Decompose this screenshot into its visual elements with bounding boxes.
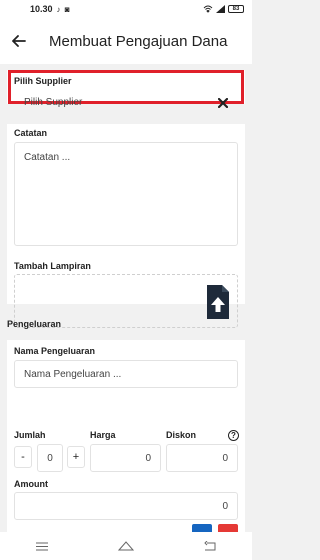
nav-back-button[interactable] <box>195 536 225 556</box>
close-icon[interactable] <box>218 98 228 108</box>
attachment-label: Tambah Lampiran <box>14 261 91 271</box>
price-value: 0 <box>145 452 151 464</box>
qty-minus-button[interactable]: - <box>14 446 32 468</box>
wifi-icon <box>203 5 213 13</box>
battery-icon: 83 <box>228 5 244 13</box>
status-right-icons: 83 <box>203 5 244 13</box>
discount-value: 0 <box>222 452 228 464</box>
upload-file-icon <box>207 285 229 319</box>
status-time: 10.30 <box>30 4 53 14</box>
signal-icon <box>216 5 225 13</box>
back-nav-icon <box>203 541 215 551</box>
notes-textarea[interactable]: Catatan ... <box>14 142 238 246</box>
menu-icon <box>36 542 48 550</box>
home-icon <box>118 541 134 551</box>
qty-input[interactable]: 0 <box>37 444 63 472</box>
nav-home-button[interactable] <box>111 536 141 556</box>
back-button[interactable] <box>1 23 37 59</box>
arrow-back-icon <box>12 35 26 47</box>
remove-expense-button[interactable] <box>218 524 238 532</box>
expense-name-label: Nama Pengeluaran <box>14 346 96 356</box>
expense-name-input[interactable]: Nama Pengeluaran ... <box>14 360 238 388</box>
qty-value: 0 <box>47 452 53 464</box>
add-expense-button[interactable] <box>192 524 212 532</box>
app-bar: Membuat Pengajuan Dana <box>0 18 252 64</box>
supplier-label: Pilih Supplier <box>14 76 72 86</box>
notes-label: Catatan <box>14 128 48 138</box>
status-bar: 10.30 ♪ ◙ 83 <box>0 0 252 18</box>
discount-label: Diskon <box>166 430 197 440</box>
help-icon[interactable]: ? <box>228 430 239 441</box>
qty-plus-button[interactable]: + <box>67 446 85 468</box>
discount-input[interactable]: 0 <box>166 444 238 472</box>
system-nav-bar <box>0 532 252 560</box>
supplier-value[interactable]: Pilih Supplier <box>24 97 82 108</box>
expense-name-placeholder: Nama Pengeluaran ... <box>24 368 122 380</box>
price-label: Harga <box>90 430 116 440</box>
price-input[interactable]: 0 <box>90 444 161 472</box>
notes-placeholder: Catatan ... <box>24 152 71 163</box>
expenses-section-label: Pengeluaran <box>7 319 62 329</box>
notification-icons: ♪ ◙ <box>56 4 71 14</box>
amount-value: 0 <box>222 500 228 512</box>
page-title: Membuat Pengajuan Dana <box>49 32 228 50</box>
amount-input[interactable]: 0 <box>14 492 238 520</box>
amount-label: Amount <box>14 479 48 489</box>
form-content: Pilih Supplier Pilih Supplier Catatan Ca… <box>0 64 252 532</box>
qty-label: Jumlah <box>14 430 46 440</box>
nav-menu-button[interactable] <box>27 536 57 556</box>
